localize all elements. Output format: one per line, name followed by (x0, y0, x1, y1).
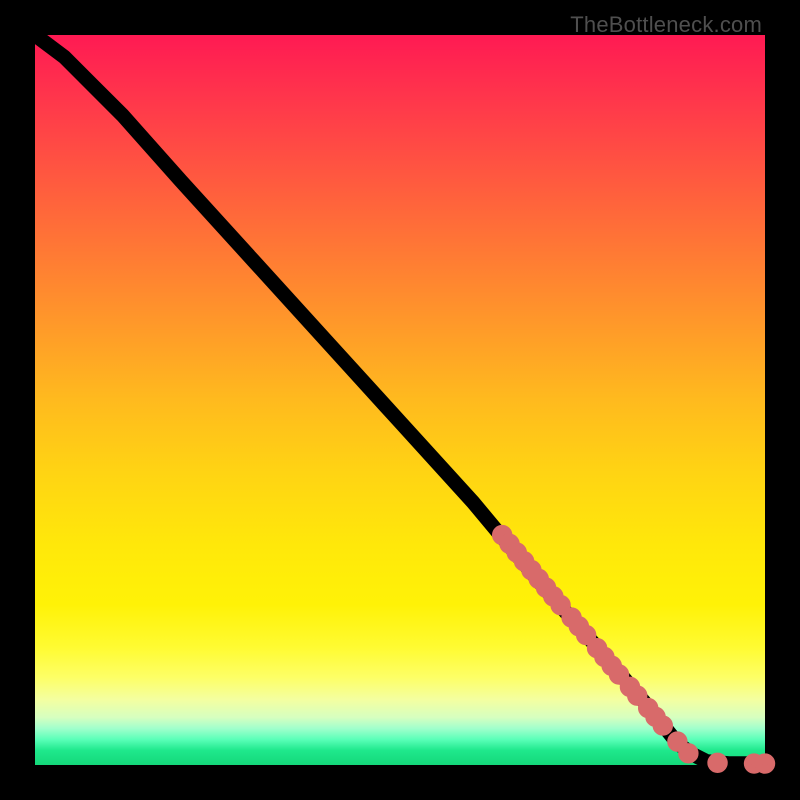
data-point (656, 719, 669, 732)
data-point (580, 628, 593, 641)
chart-frame: TheBottleneck.com (0, 0, 800, 800)
chart-svg (35, 35, 765, 765)
plot-area (35, 35, 765, 765)
bottleneck-curve (35, 35, 765, 764)
data-point (711, 756, 724, 769)
data-point (682, 747, 695, 760)
marker-layer (496, 528, 772, 770)
data-point (758, 757, 771, 770)
